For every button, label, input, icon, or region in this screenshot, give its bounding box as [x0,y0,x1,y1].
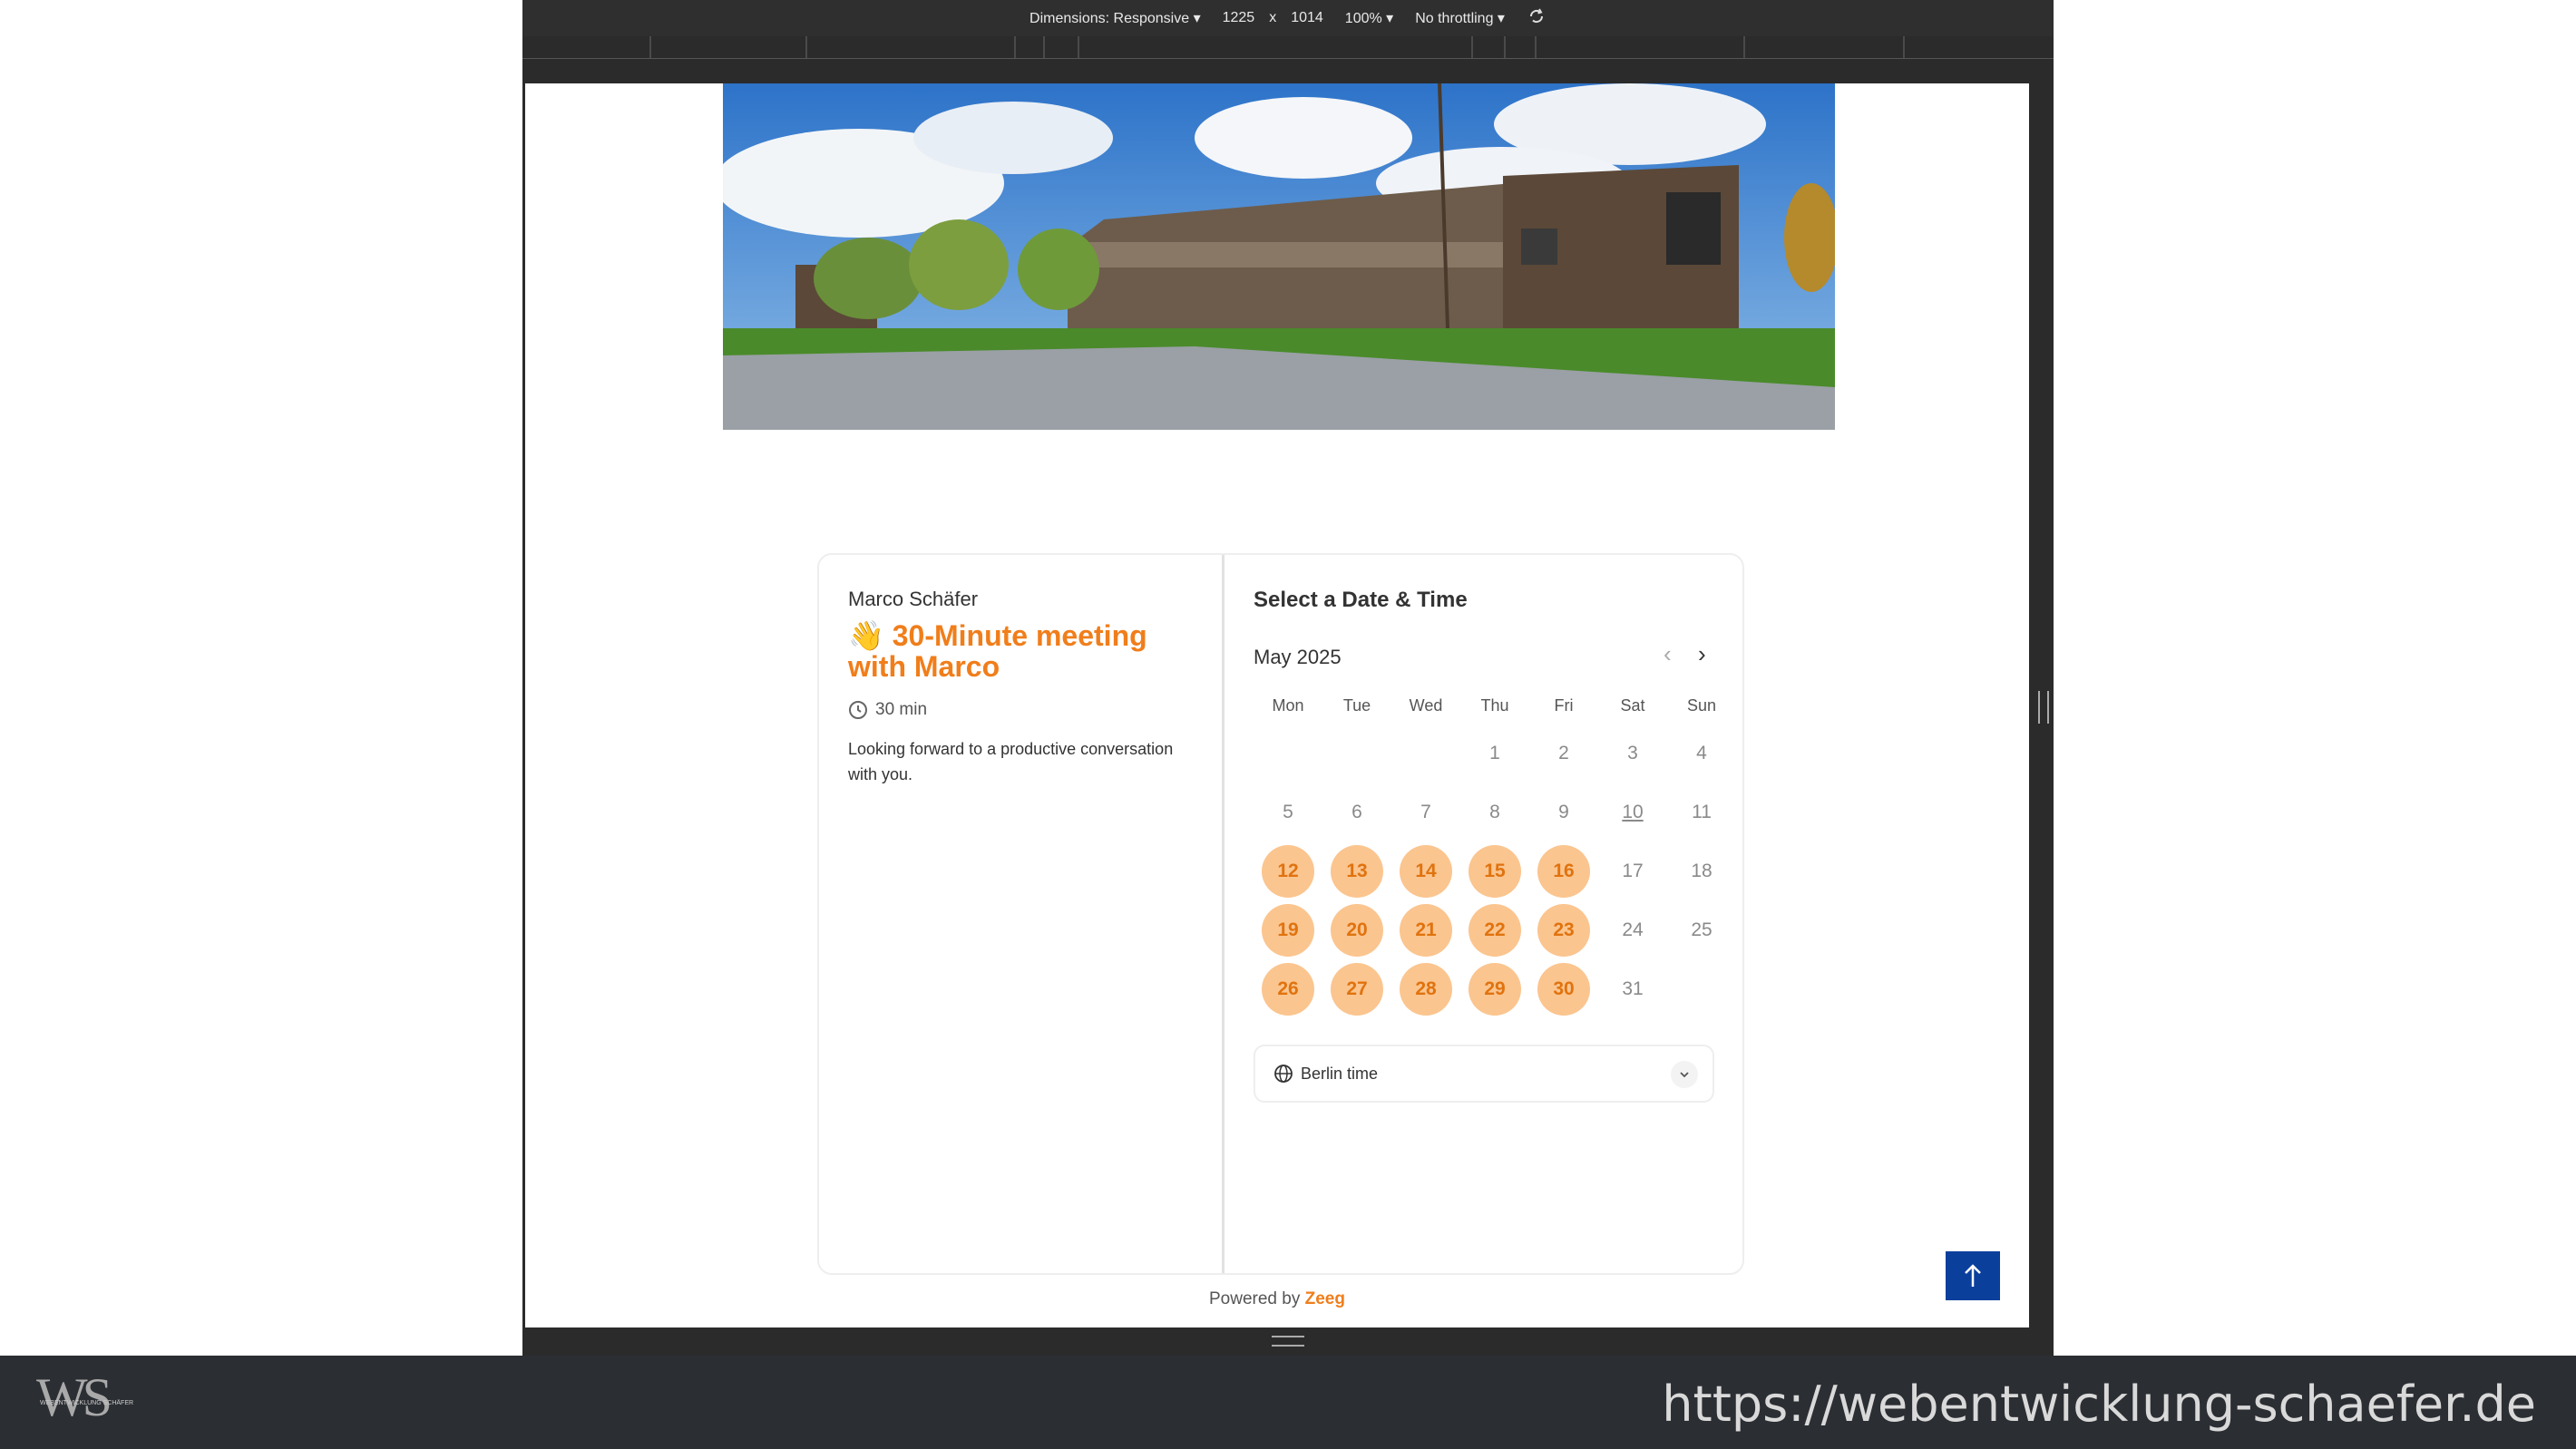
available-day-button[interactable]: 23 [1537,904,1590,957]
calendar-day: 1 [1489,743,1500,763]
height-input[interactable]: 1014 [1291,10,1323,26]
available-day-button[interactable]: 27 [1331,963,1383,1016]
wave-emoji: 👋 [848,619,884,652]
times-label: x [1269,10,1277,25]
svg-text:WEBENTWICKLUNG SCHÄFER: WEBENTWICKLUNG SCHÄFER [40,1399,133,1406]
globe-icon [1274,1065,1293,1083]
media-query-ruler[interactable] [522,36,2054,59]
weekday-header: Mon [1272,696,1304,715]
chevron-down-icon [1671,1061,1698,1088]
weekday-header: Thu [1480,696,1509,715]
weekday-header: Tue [1342,696,1371,715]
available-day-button[interactable]: 19 [1262,904,1314,957]
website-url: https://webentwicklung-schaefer.de [1662,1376,2536,1433]
available-day-button[interactable]: 29 [1469,963,1521,1016]
devtools-toolbar: Dimensions: Responsive ▾ 1225 x 1014 100… [522,0,2054,37]
weekday-header: Sun [1686,696,1717,715]
calendar-day: 18 [1691,861,1712,881]
calendar-day: 5 [1283,802,1293,822]
width-input[interactable]: 1225 [1223,10,1255,26]
calendar-day: 10 [1622,802,1644,822]
arrow-up-icon [1965,1264,1981,1287]
available-day-button[interactable]: 20 [1331,904,1383,957]
available-day-button[interactable]: 28 [1400,963,1452,1016]
duration: 30 min [848,700,927,720]
duration-text: 30 min [875,700,928,719]
rotate-icon[interactable] [1527,6,1547,31]
calendar-day: 17 [1622,861,1644,881]
calendar-day: 9 [1558,802,1569,822]
calendar-day: 3 [1627,743,1638,763]
booking-card: Marco Schäfer 👋 30-Minute meeting with M… [817,553,1744,1275]
calendar-day: 2 [1558,743,1569,763]
available-day-button[interactable]: 30 [1537,963,1590,1016]
viewport-width-resize-handle[interactable] [2030,83,2054,1327]
next-month-button[interactable]: › [1698,640,1706,668]
weekday-header: Wed [1409,696,1443,715]
date-picker-panel: Select a Date & Time May 2025 ‹ › Mon Tue… [1225,555,1742,1273]
dimensions-select[interactable]: Dimensions: Responsive ▾ [1029,9,1201,27]
zeeg-link[interactable]: Zeeg [1305,1289,1345,1308]
available-day-button[interactable]: 21 [1400,904,1452,957]
powered-by: Powered by Zeeg [525,1289,2029,1309]
powered-by-text: Powered by [1209,1289,1301,1308]
calendar-day: 8 [1489,802,1500,822]
available-day-button[interactable]: 13 [1331,845,1383,898]
available-day-button[interactable]: 12 [1262,845,1314,898]
date-time-heading: Select a Date & Time [1254,588,1468,612]
available-day-button[interactable]: 16 [1537,845,1590,898]
host-name: Marco Schäfer [848,588,979,610]
page-viewport: Marco Schäfer 👋 30-Minute meeting with M… [525,83,2029,1327]
calendar-day: 6 [1351,802,1362,822]
event-title: 👋 30-Minute meeting with Marco [848,620,1202,682]
hero-building-image [723,83,1835,430]
zoom-select[interactable]: 100% ▾ [1345,9,1393,27]
available-day-button[interactable]: 26 [1262,963,1314,1016]
prev-month-button[interactable]: ‹ [1664,640,1672,668]
weekday-header: Sat [1620,696,1645,715]
event-title-text: 30-Minute meeting with Marco [848,619,1147,683]
calendar-day: 25 [1691,919,1712,940]
timezone-label: Berlin time [1301,1064,1379,1083]
clock-icon [849,701,867,719]
event-details-panel: Marco Schäfer 👋 30-Minute meeting with M… [819,555,1225,1273]
timezone-select[interactable]: Berlin time [1254,1045,1714,1103]
event-description: Looking forward to a productive conversa… [848,740,1174,783]
throttling-select[interactable]: No throttling ▾ [1415,9,1505,27]
calendar-day: 24 [1622,919,1644,940]
calendar-day: 4 [1696,743,1707,763]
available-day-button[interactable]: 22 [1469,904,1521,957]
calendar-day: 11 [1692,802,1712,822]
ws-logo: WS WEBENTWICKLUNG SCHÄFER [36,1367,154,1440]
video-footer-bar: WS WEBENTWICKLUNG SCHÄFER https://webent… [0,1356,2576,1449]
calendar-day: 31 [1622,978,1644,999]
calendar-day: 7 [1420,802,1431,822]
weekday-header: Fri [1554,696,1574,715]
calendar-month: May 2025 [1254,646,1342,668]
available-day-button[interactable]: 14 [1400,845,1452,898]
available-day-button[interactable]: 15 [1469,845,1521,898]
scroll-to-top-button[interactable] [1946,1251,2000,1300]
viewport-height-resize-handle[interactable] [522,1327,2054,1356]
devtools-device-frame: Dimensions: Responsive ▾ 1225 x 1014 100… [522,0,2054,1356]
svg-text:WS: WS [36,1368,110,1427]
